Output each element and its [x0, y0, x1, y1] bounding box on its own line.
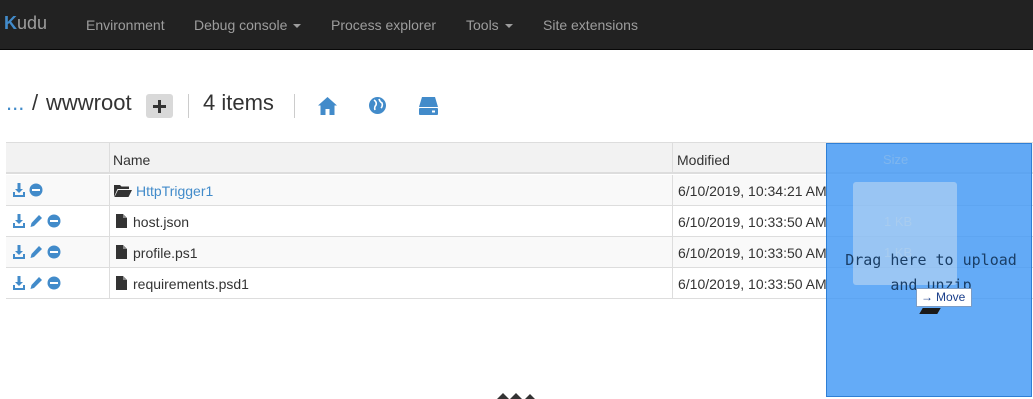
breadcrumb-parent-link[interactable]: ... — [6, 90, 24, 120]
nav-debug-console-label: Debug console — [194, 17, 288, 33]
download-icon[interactable] — [12, 183, 26, 197]
delete-icon[interactable] — [29, 183, 43, 197]
drag-cursor-icon — [919, 308, 941, 314]
delete-icon[interactable] — [47, 245, 61, 259]
arrow-right-icon: → — [921, 290, 933, 304]
row-name[interactable]: requirements.psd1 — [133, 276, 249, 292]
file-icon — [116, 276, 127, 290]
nav-debug-console[interactable]: Debug console — [194, 17, 302, 33]
move-tooltip: → Move — [916, 288, 972, 307]
brand-text: udu — [17, 13, 48, 33]
row-modified: 6/10/2019, 10:33:50 AM — [678, 276, 827, 292]
new-item-button[interactable] — [146, 94, 173, 118]
top-navbar: Kudu Environment Debug console Process e… — [0, 0, 1033, 50]
plus-icon — [153, 100, 166, 113]
column-name-header[interactable]: Name — [113, 152, 150, 168]
home-icon[interactable] — [317, 96, 338, 116]
chevron-down-icon — [504, 24, 513, 29]
breadcrumb-separator: / — [32, 90, 39, 115]
row-name[interactable]: host.json — [133, 214, 189, 230]
nav-site-extensions-label: Site extensions — [543, 17, 638, 33]
download-icon[interactable] — [12, 276, 26, 290]
upload-drop-zone[interactable]: Size 1 KB 1 KB Drag here to upload and u… — [826, 143, 1032, 397]
drive-icon[interactable] — [418, 96, 439, 116]
nav-process-explorer[interactable]: Process explorer — [331, 17, 436, 33]
divider — [294, 94, 295, 118]
nav-environment-label: Environment — [86, 17, 165, 33]
column-modified-header[interactable]: Modified — [677, 152, 730, 168]
divider — [672, 143, 673, 173]
brand-k: K — [4, 13, 17, 33]
globe-icon[interactable] — [368, 96, 387, 115]
divider — [672, 206, 673, 237]
chevron-down-icon — [293, 24, 302, 29]
divider — [109, 143, 110, 173]
download-icon[interactable] — [12, 214, 26, 228]
kudu-brand[interactable]: Kudu — [4, 13, 47, 34]
divider — [109, 175, 110, 206]
move-tooltip-label: Move — [936, 290, 966, 304]
nav-process-explorer-label: Process explorer — [331, 17, 437, 33]
divider — [188, 94, 189, 118]
row-modified: 6/10/2019, 10:33:50 AM — [678, 245, 827, 261]
divider — [672, 268, 673, 299]
delete-icon[interactable] — [47, 276, 61, 290]
breadcrumb-current: wwwroot — [46, 90, 132, 115]
drop-message-line1: Drag here to upload — [845, 251, 1017, 269]
row-modified: 6/10/2019, 10:33:50 AM — [678, 214, 827, 230]
divider — [109, 268, 110, 299]
divider — [109, 206, 110, 237]
column-size-header: Size — [883, 152, 909, 167]
edit-icon[interactable] — [29, 245, 43, 259]
delete-icon[interactable] — [47, 214, 61, 228]
download-icon[interactable] — [12, 245, 26, 259]
folder-open-icon — [114, 185, 132, 197]
nav-tools[interactable]: Tools — [466, 17, 513, 33]
edit-icon[interactable] — [29, 276, 43, 290]
row-name[interactable]: profile.ps1 — [133, 245, 198, 261]
nav-tools-label: Tools — [466, 17, 499, 33]
chevron-up-icon — [497, 393, 535, 399]
row-modified: 6/10/2019, 10:34:21 AM — [678, 183, 827, 199]
edit-icon[interactable] — [29, 214, 43, 228]
file-icon — [116, 245, 127, 259]
divider — [672, 237, 673, 268]
file-icon — [116, 214, 127, 228]
row-name-link[interactable]: HttpTrigger1 — [136, 183, 213, 199]
nav-site-extensions[interactable]: Site extensions — [543, 17, 638, 33]
divider — [109, 237, 110, 268]
item-count: 4 items — [203, 90, 274, 115]
divider — [672, 175, 673, 206]
nav-environment[interactable]: Environment — [86, 17, 165, 33]
